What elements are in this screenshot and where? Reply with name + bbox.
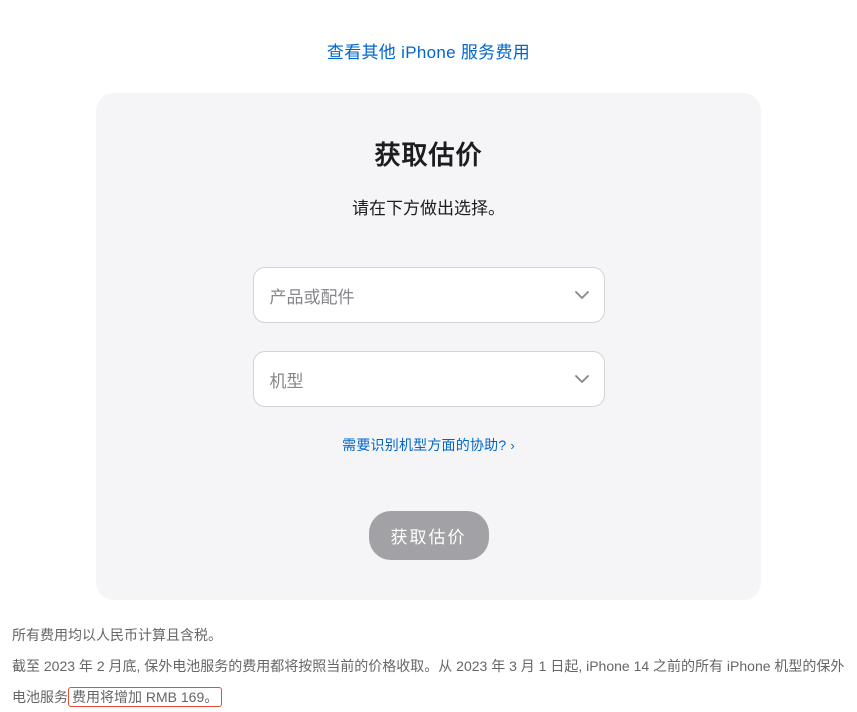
card-title: 获取估价 bbox=[136, 135, 721, 172]
model-select[interactable]: 机型 bbox=[253, 351, 605, 407]
top-link-container: 查看其他 iPhone 服务费用 bbox=[0, 0, 857, 93]
chevron-right-icon: › bbox=[510, 438, 515, 453]
card-subtitle: 请在下方做出选择。 bbox=[136, 194, 721, 219]
footer-notes: 所有费用均以人民币计算且含税。 截至 2023 年 2 月底, 保外电池服务的费… bbox=[0, 600, 857, 712]
model-select-wrap: 机型 bbox=[253, 351, 605, 407]
help-link-text: 需要识别机型方面的协助? bbox=[342, 437, 506, 453]
price-increase-highlight: 费用将增加 RMB 169。 bbox=[68, 687, 222, 707]
footer-line-1: 所有费用均以人民币计算且含税。 bbox=[12, 620, 845, 651]
estimate-card: 获取估价 请在下方做出选择。 产品或配件 机型 需要识别机型方面的协助? › 获取… bbox=[96, 93, 761, 600]
get-estimate-button[interactable]: 获取估价 bbox=[369, 511, 489, 560]
other-services-link[interactable]: 查看其他 iPhone 服务费用 bbox=[327, 43, 530, 62]
product-select-wrap: 产品或配件 bbox=[253, 267, 605, 323]
identify-model-help-link[interactable]: 需要识别机型方面的协助? › bbox=[342, 437, 515, 453]
product-select[interactable]: 产品或配件 bbox=[253, 267, 605, 323]
footer-line-2: 截至 2023 年 2 月底, 保外电池服务的费用都将按照当前的价格收取。从 2… bbox=[12, 651, 845, 712]
